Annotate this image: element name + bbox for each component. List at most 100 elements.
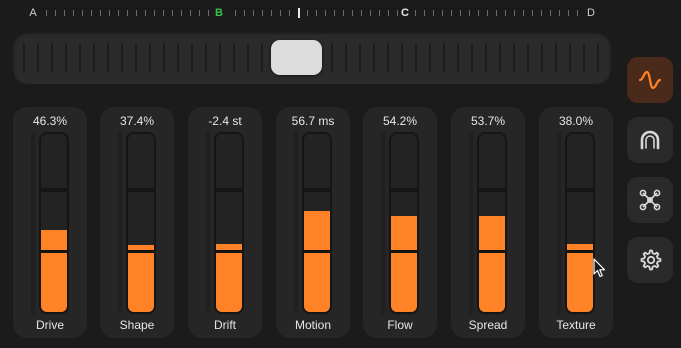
- ruler-tick: [388, 10, 389, 16]
- channel-label: Drift: [214, 318, 236, 332]
- ruler-tick: [289, 10, 290, 16]
- meter-gap: [304, 250, 330, 253]
- ruler-tick: [343, 10, 344, 16]
- ruler-tick: [361, 10, 362, 16]
- ruler-tick: [397, 10, 398, 16]
- ruler-tick: [541, 10, 542, 16]
- meter-gap: [567, 250, 593, 253]
- meter-segment: [391, 134, 417, 188]
- meter-segment: [567, 134, 593, 188]
- waveform-button[interactable]: [627, 57, 673, 103]
- ruler-tick: [487, 10, 488, 16]
- channel-value: 46.3%: [32, 114, 68, 128]
- meter-fill: [391, 216, 417, 312]
- channel-label: Shape: [119, 318, 155, 332]
- settings-button[interactable]: [627, 237, 673, 283]
- channel-fader[interactable]: [477, 132, 507, 314]
- ruler-tick: [496, 10, 497, 16]
- slider-ridge: [247, 43, 249, 73]
- meter-gap: [128, 250, 154, 253]
- meter-fill: [216, 244, 242, 312]
- channel-fader[interactable]: [126, 132, 156, 314]
- ruler-tick: [532, 10, 533, 16]
- meter-gap: [41, 250, 67, 253]
- slider-ridge: [541, 43, 543, 73]
- ruler-tick: [307, 10, 308, 16]
- channel-strip-motion: 56.7 ms Motion: [276, 107, 350, 338]
- slider-ridge: [135, 43, 137, 73]
- slider-ridge: [331, 43, 333, 73]
- channel-strip-shape: 37.4% Shape: [100, 107, 174, 338]
- ruler-tick: [109, 10, 110, 16]
- channel-rail: [294, 132, 298, 314]
- slider-ridge: [373, 43, 375, 73]
- horseshoe-button[interactable]: [627, 117, 673, 163]
- ruler-tick: [46, 10, 47, 16]
- ruler-tick: [127, 10, 128, 16]
- ruler-tick: [172, 10, 173, 16]
- channel-label: Drive: [35, 318, 64, 332]
- slider-ridge: [345, 43, 347, 73]
- channel-rail: [381, 132, 385, 314]
- ruler-letter-b[interactable]: B: [215, 7, 223, 19]
- network-button[interactable]: [627, 177, 673, 223]
- ruler-tick: [280, 10, 281, 16]
- morph-slider-thumb[interactable]: [271, 40, 322, 75]
- slider-ridge: [163, 43, 165, 73]
- slider-ridge: [387, 43, 389, 73]
- ruler-letter-d[interactable]: D: [587, 7, 595, 19]
- channel-value: 54.2%: [382, 114, 418, 128]
- meter-gap: [479, 250, 505, 253]
- channel-label: Motion: [294, 318, 332, 332]
- slider-ridge: [205, 43, 207, 73]
- meter-segment: [128, 134, 154, 188]
- slider-ridge: [261, 43, 263, 73]
- slider-ridge: [569, 43, 571, 73]
- meter-gap: [128, 189, 154, 192]
- ruler-tick: [559, 10, 560, 16]
- ruler-tick: [370, 10, 371, 16]
- ruler-tick: [568, 10, 569, 16]
- meter-segment: [41, 134, 67, 188]
- meter-gap: [304, 189, 330, 192]
- meter-gap: [216, 189, 242, 192]
- meter-gap: [41, 189, 67, 192]
- ruler-tick: [235, 10, 236, 16]
- horseshoe-icon: [640, 130, 660, 150]
- ruler-tick: [199, 10, 200, 16]
- ruler-letter-c[interactable]: C: [401, 7, 409, 19]
- channel-fader[interactable]: [302, 132, 332, 314]
- meter-fill: [304, 211, 330, 312]
- ruler-letter-a[interactable]: A: [29, 7, 36, 19]
- morph-slider[interactable]: [13, 31, 611, 84]
- slider-ridge: [93, 43, 95, 73]
- channel-fader[interactable]: [39, 132, 69, 314]
- ruler-tick: [352, 10, 353, 16]
- slider-ridge: [499, 43, 501, 73]
- ruler-tick: [505, 10, 506, 16]
- slider-ridge: [527, 43, 529, 73]
- ruler-tick: [433, 10, 434, 16]
- channel-value: 37.4%: [119, 114, 155, 128]
- channel-fader[interactable]: [565, 132, 595, 314]
- ruler-tick: [271, 10, 272, 16]
- ruler-tick: [424, 10, 425, 16]
- channel-strip-texture: 38.0% Texture: [539, 107, 613, 338]
- channel-strip-flow: 54.2% Flow: [363, 107, 437, 338]
- meter-fill: [479, 216, 505, 312]
- slider-ridge: [149, 43, 151, 73]
- channel-fader[interactable]: [214, 132, 244, 314]
- ruler-tick: [577, 10, 578, 16]
- channel-fader[interactable]: [389, 132, 419, 314]
- channel-rail: [31, 132, 35, 314]
- ruler-tick: [190, 10, 191, 16]
- ruler-tick: [334, 10, 335, 16]
- ruler-tick: [163, 10, 164, 16]
- slider-ridge: [401, 43, 403, 73]
- slider-ridge: [23, 43, 25, 73]
- slider-ridge: [597, 43, 599, 73]
- slider-ridge: [443, 43, 445, 73]
- channel-label: Flow: [387, 318, 413, 332]
- slider-ridge: [555, 43, 557, 73]
- meter-segment: [216, 134, 242, 188]
